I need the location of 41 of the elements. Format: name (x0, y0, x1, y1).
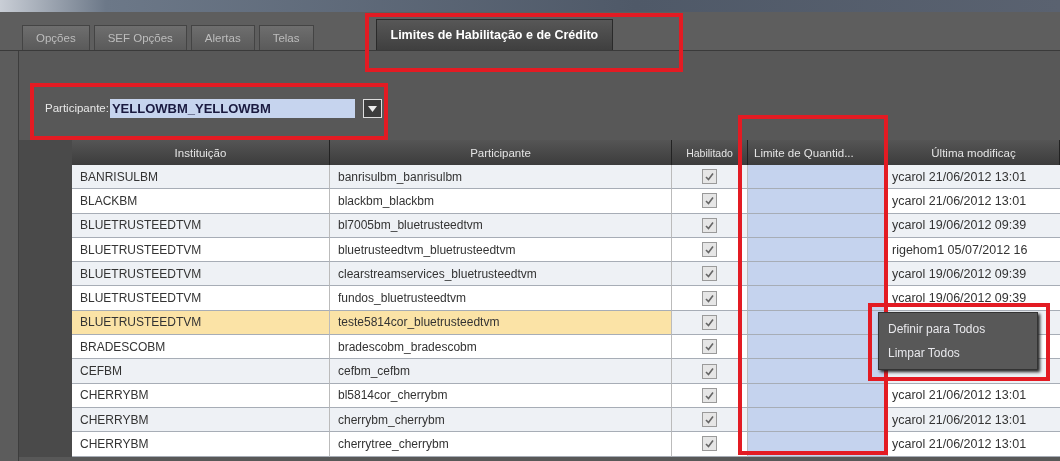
table-cell: ycarol 19/06/2012 09:39 (888, 213, 1060, 238)
table-cell: bl7005bm_bluetrusteedtvm (330, 213, 672, 238)
table-cell: ycarol 19/06/2012 09:39 (888, 262, 1060, 287)
menu-item[interactable]: Definir para Todos (879, 317, 1037, 341)
column-header[interactable]: Última modificaç (888, 140, 1060, 165)
table-cell: ycarol 21/06/2012 13:01 (888, 432, 1060, 457)
table-cell: blackbm_blackbm (330, 189, 672, 214)
table-cell: CHERRYBM (72, 383, 330, 408)
table-cell: CHERRYBM (72, 432, 330, 457)
table-cell: BLUETRUSTEEDTVM (72, 310, 330, 336)
tab[interactable]: Limites de Habilitação e de Crédito (375, 19, 614, 50)
column-header[interactable]: Participante (330, 140, 672, 165)
participant-label: Participante: (45, 101, 109, 116)
table-cell: BLACKBM (72, 189, 330, 214)
table-cell: bluetrusteedtvm_bluetrusteedtvm (330, 237, 672, 263)
table-cell: ycarol 21/06/2012 13:01 (888, 407, 1060, 433)
table-cell: rigehom1 05/07/2012 16 (888, 237, 1060, 263)
table-cell: cefbm_cefbm (330, 359, 672, 384)
table-cell: ycarol 21/06/2012 13:01 (888, 383, 1060, 408)
table-cell: CHERRYBM (72, 407, 330, 433)
table-cell: fundos_bluetrusteedtvm (330, 286, 672, 311)
table-cell: BLUETRUSTEEDTVM (72, 286, 330, 311)
column-header[interactable]: Habilitado (672, 140, 748, 165)
table-cell: cherrytree_cherrybm (330, 432, 672, 457)
table-cell: banrisulbm_banrisulbm (330, 165, 672, 190)
table-cell: teste5814cor_bluetrusteedtvm (330, 310, 672, 336)
table-cell: ycarol 21/06/2012 13:01 (888, 165, 1060, 190)
table-cell: bradescobm_bradescobm (330, 335, 672, 360)
participant-dropdown[interactable]: YELLOWBM_YELLOWBM (109, 99, 355, 118)
menu-item[interactable]: Limpar Todos (879, 341, 1037, 365)
column-header[interactable]: Instituição (72, 140, 330, 165)
table-cell: clearstreamservices_bluetrusteedtvm (330, 262, 672, 287)
table-cell: BRADESCOBM (72, 335, 330, 360)
table-cell: ycarol 21/06/2012 13:01 (888, 189, 1060, 214)
table-cell: BLUETRUSTEEDTVM (72, 213, 330, 238)
table-cell: BLUETRUSTEEDTVM (72, 237, 330, 263)
table-cell: BANRISULBM (72, 165, 330, 190)
table-cell: cherrybm_cherrybm (330, 407, 672, 433)
table-cell: bl5814cor_cherrybm (330, 383, 672, 408)
table-cell: BLUETRUSTEEDTVM (72, 262, 330, 287)
table-cell: CEFBM (72, 359, 330, 384)
